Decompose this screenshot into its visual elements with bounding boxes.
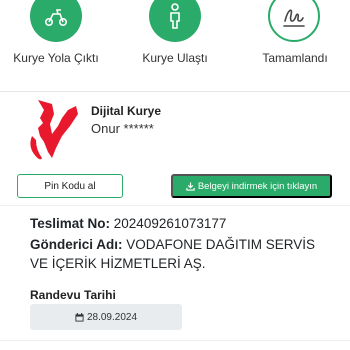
step-arrived: [149, 0, 201, 42]
download-icon: [186, 181, 195, 191]
courier-avatar: [30, 100, 78, 160]
step-on-the-way: [30, 0, 82, 42]
sender-row: Gönderici Adı: VODAFONE DAĞITIM SERVİS V…: [30, 235, 330, 273]
courier-title: Dijital Kurye: [91, 104, 162, 118]
calendar-icon: [75, 312, 84, 322]
download-document-button[interactable]: Belgeyi indirmek için tıklayın: [171, 174, 332, 198]
delivery-progress-steps: Kurye Yola Çıktı Kurye Ulaştı Tamamlandı: [0, 0, 350, 92]
section-divider-2: [0, 205, 350, 206]
step-label-arrived: Kurye Ulaştı: [142, 51, 208, 65]
step-completed: [268, 0, 320, 42]
download-document-label: Belgeyi indirmek için tıklayın: [197, 180, 318, 192]
tracking-number-value: 202409261073177: [113, 216, 227, 231]
get-pin-code-button[interactable]: Pin Kodu al: [17, 174, 123, 198]
tracking-number-row: Teslimat No: 202409261073177: [30, 216, 226, 231]
bottom-divider: [0, 340, 350, 341]
person-icon: [170, 3, 180, 29]
appointment-date-value: 28.09.2024: [86, 311, 138, 323]
courier-name: Onur ******: [91, 121, 154, 136]
signature-icon: [283, 9, 305, 27]
appointment-date-title: Randevu Tarihi: [30, 288, 116, 302]
step-label-completed: Tamamlandı: [262, 51, 328, 65]
tracking-number-label: Teslimat No:: [30, 216, 111, 231]
appointment-date-box: 28.09.2024: [30, 304, 182, 330]
scooter-icon: [45, 9, 67, 26]
step-label-on-the-way: Kurye Yola Çıktı: [13, 51, 99, 65]
sender-label: Gönderici Adı:: [30, 237, 123, 252]
